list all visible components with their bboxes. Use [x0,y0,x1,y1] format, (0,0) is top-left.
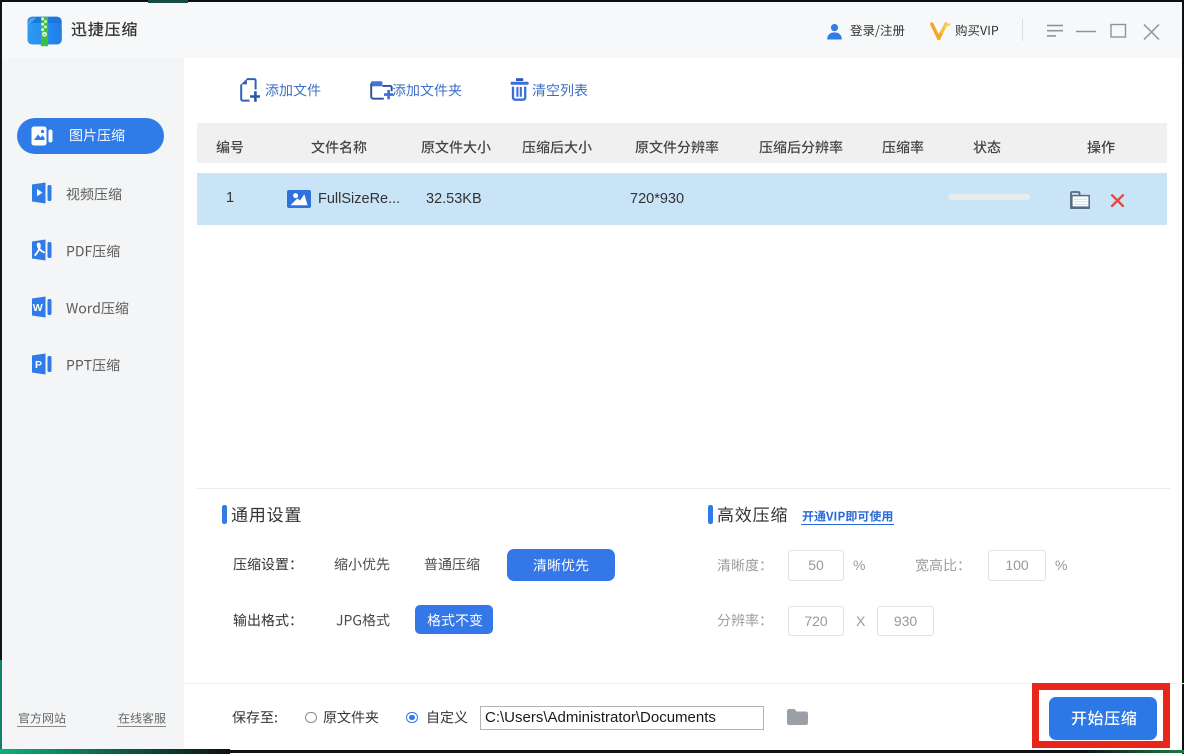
svg-text:W: W [33,302,43,314]
svg-text:P: P [35,359,42,371]
